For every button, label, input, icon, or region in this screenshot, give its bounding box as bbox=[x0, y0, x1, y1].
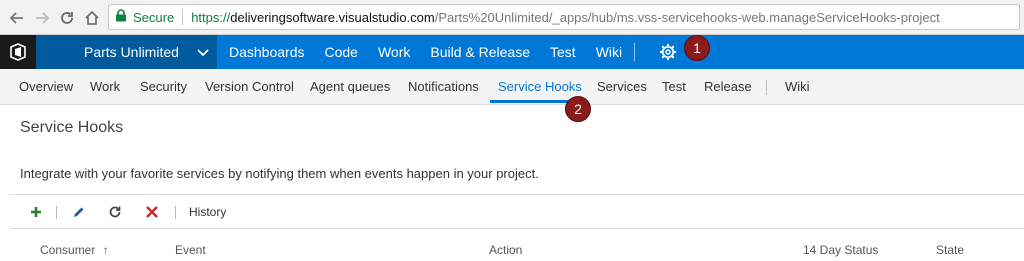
column-header-event[interactable]: Event bbox=[175, 243, 206, 257]
forward-arrow-icon[interactable] bbox=[33, 9, 51, 27]
toolbar-separator bbox=[56, 206, 57, 219]
url-separator bbox=[182, 9, 184, 25]
step-marker-1: 1 bbox=[684, 35, 710, 61]
url-scheme: https:// bbox=[191, 9, 231, 25]
delete-icon[interactable] bbox=[145, 205, 159, 219]
hub-navigation: Dashboards Code Work Build & Release Tes… bbox=[217, 35, 630, 69]
nav-work[interactable]: Work bbox=[378, 44, 410, 60]
top-navigation-bar: Parts Unlimited Dashboards Code Work Bui… bbox=[0, 35, 1024, 69]
history-button[interactable]: History bbox=[189, 205, 226, 219]
url-host: deliveringsoftware.visualstudio.com bbox=[230, 9, 435, 25]
address-bar[interactable]: Secure https:// deliveringsoftware.visua… bbox=[108, 4, 1020, 30]
chevron-down-icon bbox=[196, 45, 210, 62]
tab-notifications[interactable]: Notifications bbox=[408, 79, 479, 94]
nav-wiki[interactable]: Wiki bbox=[596, 44, 622, 60]
column-header-14-day-status[interactable]: 14 Day Status bbox=[803, 243, 878, 257]
page-description: Integrate with your favorite services by… bbox=[20, 166, 539, 181]
tab-work[interactable]: Work bbox=[90, 79, 120, 94]
vsts-logo-icon[interactable] bbox=[0, 35, 36, 69]
toolbar-separator bbox=[175, 206, 176, 219]
tab-release[interactable]: Release bbox=[704, 79, 752, 94]
service-hooks-toolbar: History bbox=[0, 196, 1024, 228]
step-marker-2: 2 bbox=[565, 96, 591, 122]
column-header-action[interactable]: Action bbox=[489, 243, 522, 257]
column-header-state[interactable]: State bbox=[936, 243, 964, 257]
nav-build-release[interactable]: Build & Release bbox=[430, 44, 530, 60]
tab-services[interactable]: Services bbox=[597, 79, 647, 94]
tab-security[interactable]: Security bbox=[140, 79, 187, 94]
secure-label: Secure bbox=[133, 9, 175, 25]
topbar-divider bbox=[634, 43, 635, 61]
tab-wiki[interactable]: Wiki bbox=[785, 79, 810, 94]
nav-code[interactable]: Code bbox=[325, 44, 358, 60]
edit-pencil-icon[interactable] bbox=[72, 205, 86, 219]
browser-toolbar: Secure https:// deliveringsoftware.visua… bbox=[0, 0, 1024, 35]
add-icon[interactable] bbox=[29, 205, 43, 219]
tab-divider bbox=[766, 80, 767, 95]
project-name: Parts Unlimited bbox=[84, 44, 179, 60]
home-icon[interactable] bbox=[83, 9, 101, 27]
toolbar-top-divider bbox=[10, 194, 1024, 195]
refresh-icon[interactable] bbox=[108, 205, 122, 219]
back-arrow-icon[interactable] bbox=[8, 9, 26, 27]
page-title: Service Hooks bbox=[20, 119, 124, 136]
tab-version-control[interactable]: Version Control bbox=[205, 79, 294, 94]
nav-test[interactable]: Test bbox=[550, 44, 576, 60]
reload-icon[interactable] bbox=[58, 9, 76, 27]
tab-service-hooks[interactable]: Service Hooks bbox=[498, 79, 582, 94]
sort-ascending-icon: ↑ bbox=[102, 243, 109, 257]
column-header-consumer[interactable]: Consumer ↑ bbox=[40, 243, 109, 257]
url-path: /Parts%20Unlimited/_apps/hub/ms.vss-serv… bbox=[434, 9, 940, 25]
nav-dashboards[interactable]: Dashboards bbox=[229, 44, 305, 60]
tab-agent-queues[interactable]: Agent queues bbox=[310, 79, 390, 94]
tab-overview[interactable]: Overview bbox=[19, 79, 73, 94]
tab-test[interactable]: Test bbox=[662, 79, 686, 94]
toolbar-bottom-divider bbox=[10, 228, 1024, 229]
gear-icon[interactable] bbox=[659, 43, 677, 61]
project-selector[interactable]: Parts Unlimited bbox=[36, 35, 217, 69]
lock-icon bbox=[115, 9, 127, 25]
column-header-consumer-label: Consumer bbox=[40, 243, 96, 257]
